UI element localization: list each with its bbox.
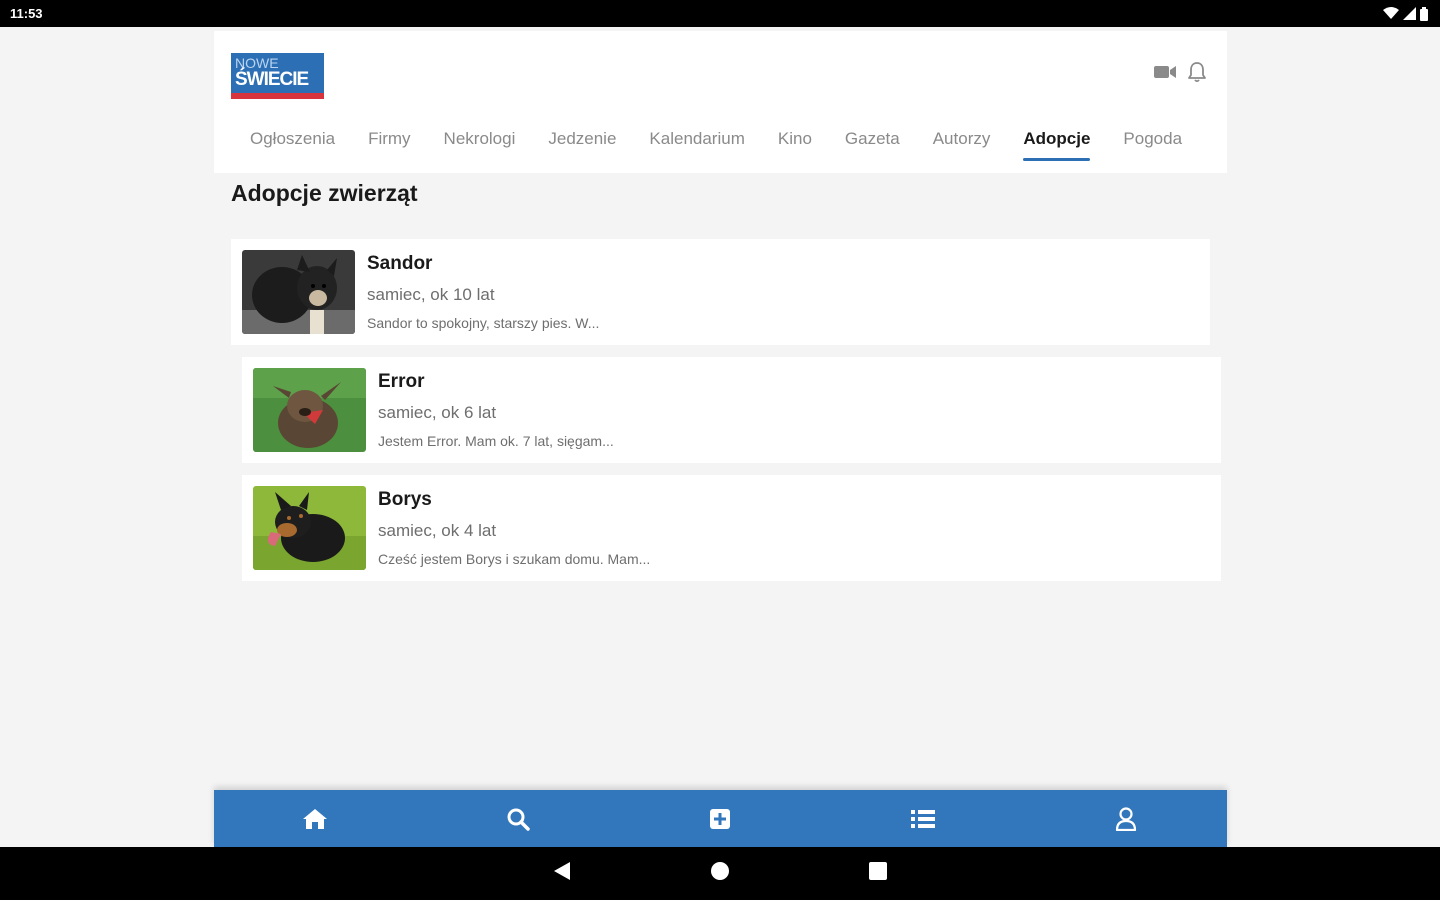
bottom-navigation <box>214 790 1227 847</box>
status-icons <box>1383 6 1428 21</box>
animal-description: Cześć jestem Borys i szukam domu. Mam... <box>378 551 651 567</box>
category-tabs: Ogłoszenia Firmy Nekrologi Jedzenie Kale… <box>214 123 1227 163</box>
list-item[interactable]: Error samiec, ok 6 lat Jestem Error. Mam… <box>242 357 1221 463</box>
search-icon[interactable] <box>498 799 538 839</box>
animal-photo <box>242 250 355 334</box>
recents-icon[interactable] <box>869 862 887 885</box>
video-icon[interactable] <box>1153 64 1177 85</box>
animal-name: Borys <box>378 489 432 510</box>
list-item[interactable]: Sandor samiec, ok 10 lat Sandor to spoko… <box>231 239 1210 345</box>
logo-line-2: ŚWIECIE <box>235 69 309 90</box>
page-title: Adopcje zwierząt <box>231 180 418 206</box>
animal-info: Error samiec, ok 6 lat Jestem Error. Mam… <box>378 371 614 449</box>
tab-autorzy[interactable]: Autorzy <box>933 123 991 161</box>
back-icon[interactable] <box>553 861 571 886</box>
status-time: 11:53 <box>10 6 43 21</box>
brand-logo[interactable]: NOWE ŚWIECIE <box>231 53 324 99</box>
tab-jedzenie[interactable]: Jedzenie <box>548 123 616 161</box>
animal-description: Jestem Error. Mam ok. 7 lat, sięgam... <box>378 433 614 449</box>
tab-ogloszenia[interactable]: Ogłoszenia <box>250 123 335 161</box>
home-icon[interactable] <box>295 799 335 839</box>
animal-meta: samiec, ok 6 lat <box>378 403 497 422</box>
tab-adopcje[interactable]: Adopcje <box>1023 123 1091 161</box>
animal-info: Borys samiec, ok 4 lat Cześć jestem Bory… <box>378 489 650 567</box>
add-box-icon[interactable] <box>700 799 740 839</box>
tab-kino[interactable]: Kino <box>778 123 812 161</box>
wifi-icon <box>1383 7 1399 20</box>
list-item[interactable]: Borys samiec, ok 4 lat Cześć jestem Bory… <box>242 475 1221 581</box>
tab-pogoda[interactable]: Pogoda <box>1123 123 1182 161</box>
animal-info: Sandor samiec, ok 10 lat Sandor to spoko… <box>367 253 599 331</box>
tab-kalendarium[interactable]: Kalendarium <box>649 123 744 161</box>
status-bar: 11:53 <box>0 0 1440 27</box>
home-circle-icon[interactable] <box>711 862 729 885</box>
app-container: NOWE ŚWIECIE Ogłoszenia Firmy Nekrologi <box>214 31 1227 847</box>
animal-photo <box>253 368 366 452</box>
animal-meta: samiec, ok 10 lat <box>367 285 495 304</box>
header-actions <box>1153 61 1207 88</box>
system-navigation-bar <box>0 847 1440 900</box>
bell-icon[interactable] <box>1187 61 1207 88</box>
animal-description: Sandor to spokojny, starszy pies. W... <box>367 315 600 331</box>
animal-meta: samiec, ok 4 lat <box>378 521 497 540</box>
signal-icon <box>1403 7 1416 20</box>
animal-photo <box>253 486 366 570</box>
tab-nekrologi[interactable]: Nekrologi <box>444 123 516 161</box>
logo-line-1: NOWE <box>235 55 279 71</box>
animal-name: Error <box>378 371 425 392</box>
battery-icon <box>1420 6 1428 21</box>
tab-gazeta[interactable]: Gazeta <box>845 123 900 161</box>
profile-icon[interactable] <box>1106 799 1146 839</box>
list-icon[interactable] <box>903 799 943 839</box>
animal-name: Sandor <box>367 253 433 274</box>
app-header: NOWE ŚWIECIE Ogłoszenia Firmy Nekrologi <box>214 31 1227 173</box>
tab-firmy[interactable]: Firmy <box>368 123 410 161</box>
